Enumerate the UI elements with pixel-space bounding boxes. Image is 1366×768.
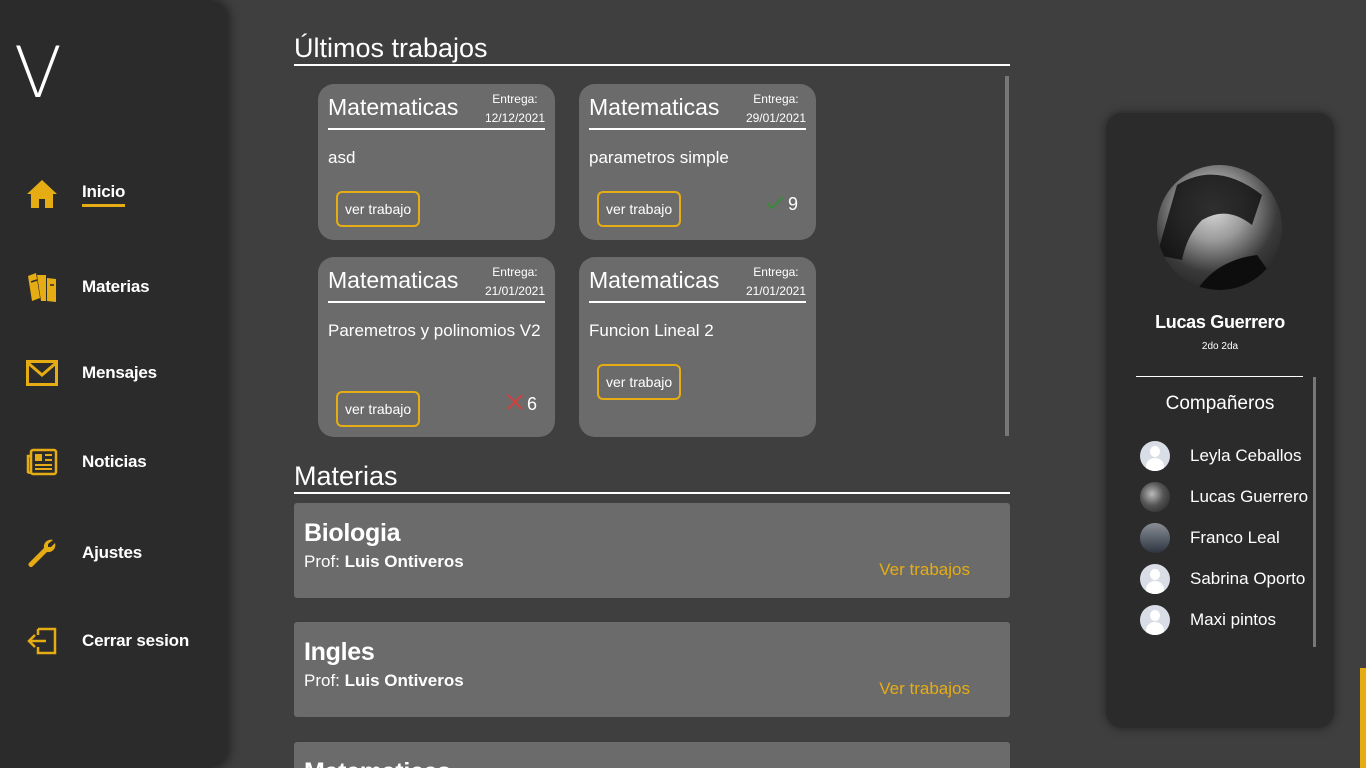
- grade-value: 6: [526, 394, 537, 414]
- work-card: Matematicas Entrega: 21/01/2021 Paremetro…: [318, 257, 555, 437]
- default-avatar-icon: [1140, 564, 1170, 594]
- work-card-description: parametros simple: [589, 148, 729, 167]
- profile-avatar: [1157, 165, 1282, 290]
- page-scrollbar-thumb[interactable]: [1360, 668, 1366, 768]
- sidebar-item-label: Cerrar sesion: [82, 631, 190, 650]
- work-card-due: Entrega: 21/01/2021: [484, 265, 545, 298]
- companions-title: Compañeros: [1165, 393, 1275, 414]
- sidebar-item-mensajes[interactable]: Mensajes: [26, 355, 157, 391]
- default-avatar-icon: [1140, 605, 1170, 635]
- view-work-button[interactable]: ver trabajo: [336, 391, 421, 427]
- books-icon: [26, 270, 58, 304]
- profile-panel: Lucas Guerrero 2do 2da Compañeros Leyla …: [1106, 113, 1334, 728]
- logout-icon: [26, 624, 58, 658]
- work-card-subject: Matematicas: [328, 267, 459, 293]
- subjects-section-title: Materias: [294, 460, 1010, 494]
- default-avatar-icon: [1140, 441, 1170, 471]
- companion-name: Franco Leal: [1190, 528, 1280, 547]
- profile-course: 2do 2da: [1201, 341, 1239, 352]
- mail-icon: [26, 356, 58, 390]
- grade-value: 9: [787, 194, 798, 214]
- work-card-due: Entrega: 29/01/2021: [745, 92, 806, 125]
- home-icon: [26, 177, 58, 211]
- companion-item[interactable]: Maxi pintos: [1140, 604, 1276, 636]
- subject-name: Ingles: [304, 638, 375, 666]
- profile-divider: [1136, 376, 1303, 377]
- work-card-description: Paremetros y polinomios V2: [328, 321, 541, 340]
- sidebar-item-label: Materias: [82, 277, 150, 296]
- work-card-grade: 6: [507, 394, 537, 415]
- subject-name: Biologia: [304, 519, 401, 547]
- companion-name: Sabrina Oporto: [1190, 569, 1306, 588]
- work-card-grade: 9: [766, 194, 798, 215]
- companion-name: Leyla Ceballos: [1190, 446, 1302, 465]
- work-card-description: asd: [328, 148, 356, 167]
- view-work-button[interactable]: ver trabajo: [597, 364, 682, 400]
- view-works-link[interactable]: Ver trabajos: [879, 560, 970, 580]
- companion-item[interactable]: Sabrina Oporto: [1140, 563, 1305, 595]
- companions-scrollbar[interactable]: [1313, 377, 1316, 647]
- work-card-subject: Matematicas: [589, 267, 720, 293]
- works-section-title: Últimos trabajos: [294, 32, 1010, 66]
- sidebar-item-noticias[interactable]: Noticias: [26, 444, 147, 480]
- companion-item[interactable]: Leyla Ceballos: [1140, 440, 1302, 472]
- work-card-description: Funcion Lineal 2: [589, 321, 714, 340]
- wrench-icon: [26, 536, 58, 570]
- sidebar: V Inicio Materias Mensajes Noticias Ajus…: [0, 0, 227, 768]
- sidebar-item-materias[interactable]: Materias: [26, 269, 150, 305]
- work-card: Matematicas Entrega: 21/01/2021 Funcion L…: [579, 257, 816, 437]
- companion-name: Lucas Guerrero: [1190, 487, 1309, 506]
- view-work-button[interactable]: ver trabajo: [597, 191, 682, 227]
- work-card-subject: Matematicas: [328, 94, 459, 120]
- newspaper-icon: [26, 445, 58, 479]
- work-card-due: Entrega: 21/01/2021: [745, 265, 806, 298]
- avatar: [1140, 523, 1170, 553]
- sidebar-item-cerrar-sesion[interactable]: Cerrar sesion: [26, 623, 189, 659]
- companion-item[interactable]: Franco Leal: [1140, 522, 1280, 554]
- work-card: Matematicas Entrega: 12/12/2021 asd ver t…: [318, 84, 555, 240]
- sidebar-item-label: Noticias: [82, 452, 147, 471]
- work-card-subject: Matematicas: [589, 94, 720, 120]
- work-card: Matematicas Entrega: 29/01/2021 parametro…: [579, 84, 816, 240]
- works-scrollbar[interactable]: [1005, 76, 1009, 436]
- work-card-header: Matematicas Entrega: 21/01/2021: [589, 265, 806, 303]
- work-card-due: Entrega: 12/12/2021: [484, 92, 545, 125]
- page-scrollbar[interactable]: [1360, 0, 1366, 768]
- avatar: [1140, 482, 1170, 512]
- subject-row: Matematicas: [294, 742, 1010, 768]
- work-card-header: Matematicas Entrega: 21/01/2021: [328, 265, 545, 303]
- work-card-header: Matematicas Entrega: 29/01/2021: [589, 92, 806, 130]
- profile-name: Lucas Guerrero: [1155, 312, 1285, 332]
- view-work-button[interactable]: ver trabajo: [336, 191, 421, 227]
- sidebar-item-inicio[interactable]: Inicio: [26, 176, 125, 212]
- check-icon: [766, 194, 784, 215]
- work-card-header: Matematicas Entrega: 12/12/2021: [328, 92, 545, 130]
- sidebar-item-label: Ajustes: [82, 543, 143, 562]
- subject-row: Ingles Prof: Luis Ontiveros Ver trabajos: [294, 622, 1010, 717]
- cross-icon: [507, 394, 523, 415]
- companion-name: Maxi pintos: [1190, 610, 1276, 629]
- sidebar-item-label: Mensajes: [82, 363, 157, 382]
- sidebar-item-label: Inicio: [82, 182, 125, 207]
- companion-item[interactable]: Lucas Guerrero: [1140, 481, 1308, 513]
- view-works-link[interactable]: Ver trabajos: [879, 679, 970, 699]
- subject-name: Matematicas: [304, 756, 1000, 768]
- app-logo: V: [14, 32, 62, 114]
- sidebar-item-ajustes[interactable]: Ajustes: [26, 535, 142, 571]
- subject-row: Biologia Prof: Luis Ontiveros Ver trabaj…: [294, 503, 1010, 598]
